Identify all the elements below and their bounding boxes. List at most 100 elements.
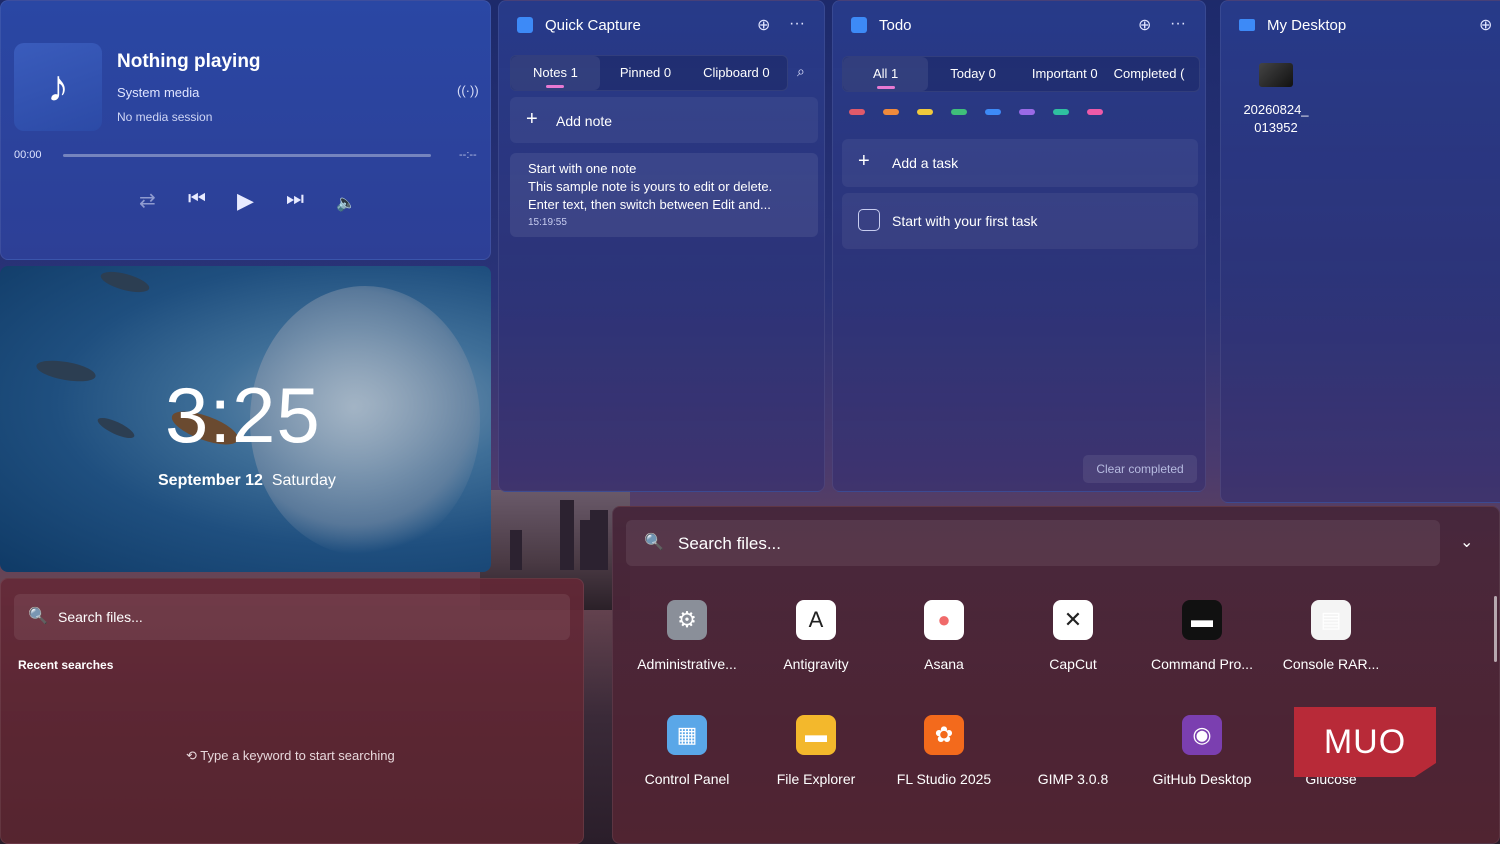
color-filter-dot[interactable] (1087, 109, 1103, 115)
file-name[interactable]: 20260824_ 013952 (1239, 101, 1313, 137)
app-label: Asana (924, 656, 964, 672)
color-filter-dot[interactable] (1053, 109, 1069, 115)
music-note-icon: ♪ (14, 43, 102, 131)
app-label: Console RAR... (1282, 656, 1380, 672)
color-filter-dot[interactable] (1019, 109, 1035, 115)
folder-icon: ▬ (796, 715, 836, 755)
add-note-label: Add note (556, 113, 613, 129)
color-filter-dot[interactable] (985, 109, 1001, 115)
tab-all[interactable]: All 1 (843, 57, 929, 91)
search-input[interactable]: 🔍 Search files... (14, 594, 570, 640)
sea-lion (98, 267, 152, 297)
app-tile[interactable]: ▤ Console RAR... (1267, 600, 1395, 672)
asana-icon: ● (924, 600, 964, 640)
clear-completed-button[interactable]: Clear completed (1083, 455, 1197, 483)
search-hint: ⟲ Type a keyword to start searching (186, 748, 395, 764)
github-icon: ◉ (1182, 715, 1222, 755)
file-name-line: 20260824_ (1243, 102, 1309, 117)
clock-time: 3:25 (165, 371, 321, 459)
search-icon: 🔍 (28, 608, 48, 625)
muo-logo: MUO (1294, 707, 1436, 777)
app-label: Command Pro... (1151, 656, 1253, 672)
tab-clipboard[interactable]: Clipboard 0 (681, 56, 778, 90)
repeat-icon[interactable]: ⇄ (139, 188, 156, 213)
total-time: --:-- (459, 149, 477, 161)
previous-icon[interactable]: ⏮ (188, 188, 206, 211)
progress-bar[interactable] (63, 154, 431, 157)
chevron-down-icon[interactable]: ⌄ (1460, 532, 1473, 552)
add-icon[interactable]: ⊕ (1138, 15, 1151, 35)
note-card[interactable]: Start with one note This sample note is … (510, 153, 818, 237)
color-filter-row (849, 109, 1103, 115)
volume-icon[interactable]: 🔈 (336, 193, 356, 213)
app-tile[interactable]: ✕ CapCut (1009, 600, 1137, 672)
tab-completed[interactable]: Completed ( (1108, 57, 1185, 91)
launcher-search-input[interactable]: 🔍 Search files... (626, 520, 1440, 566)
quick-capture-widget: Quick Capture ⊕ ··· Notes 1 Pinned 0 Cli… (498, 0, 825, 492)
scrollbar[interactable] (1494, 596, 1497, 662)
plus-icon: + (526, 108, 538, 130)
play-icon[interactable]: ▶ (237, 188, 254, 214)
tab-bar: Notes 1 Pinned 0 Clipboard 0 (510, 55, 788, 91)
sea-lion (34, 356, 98, 386)
app-label: Antigravity (783, 656, 849, 672)
file-name-line: 013952 (1254, 120, 1298, 135)
control-panel-icon: ▦ (667, 715, 707, 755)
more-icon[interactable]: ··· (1170, 15, 1186, 33)
admin-tools-icon: ⚙ (667, 600, 707, 640)
command-prompt-icon: ▬ (1182, 600, 1222, 640)
app-label: Administrative... (637, 656, 737, 672)
weekday-text: Saturday (271, 472, 336, 489)
media-session: No media session (117, 110, 213, 124)
quick-capture-icon (517, 17, 533, 33)
app-tile[interactable]: ✿ FL Studio 2025 (880, 715, 1008, 787)
next-icon[interactable]: ⏭ (286, 188, 304, 211)
document-icon: ▤ (1311, 600, 1351, 640)
note-title: Start with one note (528, 161, 637, 176)
tab-important[interactable]: Important 0 (1006, 57, 1108, 91)
fl-studio-icon: ✿ (924, 715, 964, 755)
task-checkbox[interactable] (858, 209, 880, 231)
app-label: GitHub Desktop (1152, 771, 1252, 787)
add-note-button[interactable]: + Add note (510, 97, 818, 143)
task-label: Start with your first task (892, 213, 1038, 229)
color-filter-dot[interactable] (849, 109, 865, 115)
note-time: 15:19:55 (528, 217, 567, 228)
clock-date: September 12 Saturday (158, 472, 336, 490)
color-filter-dot[interactable] (951, 109, 967, 115)
media-source: System media (117, 85, 200, 100)
app-tile[interactable]: ◉ GitHub Desktop (1138, 715, 1266, 787)
app-label: File Explorer (776, 771, 856, 787)
add-icon[interactable]: ⊕ (1479, 15, 1492, 35)
recent-searches-label: Recent searches (18, 658, 114, 672)
capcut-icon: ✕ (1053, 600, 1093, 640)
app-tile[interactable]: A Antigravity (752, 600, 880, 672)
color-filter-dot[interactable] (917, 109, 933, 115)
panel-title: My Desktop (1267, 17, 1347, 34)
app-tile[interactable]: ● Asana (880, 600, 1008, 672)
search-icon[interactable]: ⌕ (797, 63, 805, 80)
note-line: This sample note is yours to edit or del… (528, 179, 773, 194)
date-text: September 12 (158, 472, 263, 489)
antigravity-icon: A (796, 600, 836, 640)
cast-icon[interactable]: ((·)) (457, 83, 479, 98)
tab-notes[interactable]: Notes 1 (511, 56, 600, 90)
current-time: 00:00 (14, 149, 42, 161)
app-tile[interactable]: GIMP 3.0.8 (1009, 715, 1137, 787)
more-icon[interactable]: ··· (789, 15, 805, 33)
add-task-button[interactable]: + Add a task (842, 139, 1198, 187)
app-tile[interactable]: ⚙ Administrative... (623, 600, 751, 672)
image-file-icon[interactable] (1259, 63, 1293, 87)
app-tile[interactable]: ▦ Control Panel (623, 715, 751, 787)
color-filter-dot[interactable] (883, 109, 899, 115)
task-item[interactable]: Start with your first task (842, 193, 1198, 249)
app-label: Control Panel (644, 771, 730, 787)
tab-pinned[interactable]: Pinned 0 (600, 56, 681, 90)
tab-today[interactable]: Today 0 (928, 57, 1006, 91)
gimp-icon (1053, 715, 1093, 755)
app-tile[interactable]: ▬ File Explorer (752, 715, 880, 787)
add-icon[interactable]: ⊕ (757, 15, 770, 35)
media-widget: ♪ Nothing playing System media No media … (0, 0, 491, 260)
history-icon: ⟲ (186, 748, 197, 763)
app-tile[interactable]: ▬ Command Pro... (1138, 600, 1266, 672)
